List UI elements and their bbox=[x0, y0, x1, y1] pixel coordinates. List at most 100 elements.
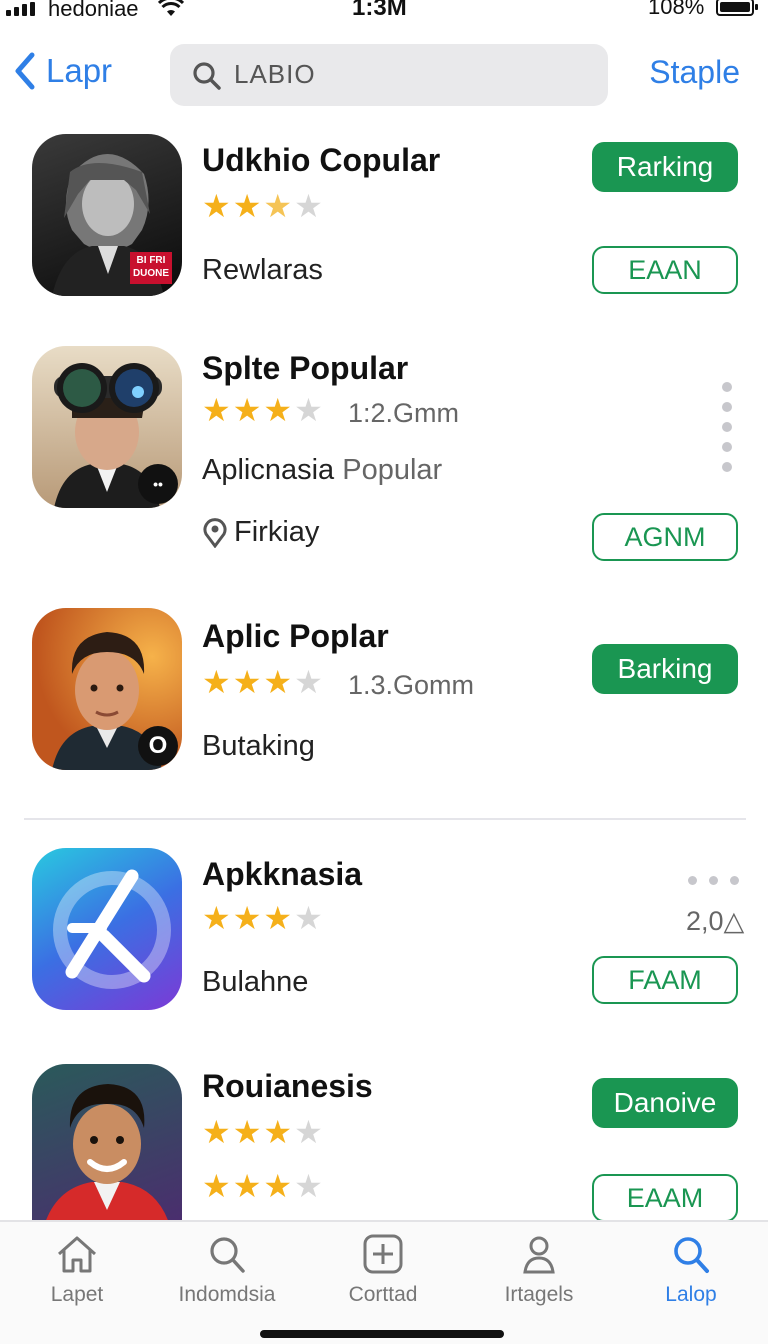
nav-bar: Lapr LABIO Staple bbox=[0, 38, 768, 112]
app-icon bbox=[32, 848, 182, 1010]
app-icon: •• bbox=[32, 346, 182, 508]
star-rating: ★ ★ ★ ★ bbox=[202, 394, 323, 426]
tab-indomdsia[interactable]: Indomdsia bbox=[150, 1234, 304, 1307]
carrier-name: hedoniae bbox=[48, 0, 139, 21]
star-icon: ★ bbox=[232, 1114, 262, 1150]
search-query: LABIO bbox=[234, 59, 316, 89]
tab-label: Lalop bbox=[665, 1283, 717, 1306]
star-rating: ★ ★ ★ ★ bbox=[202, 1116, 323, 1148]
search-input[interactable]: LABIO bbox=[170, 44, 608, 106]
star-empty-icon: ★ bbox=[294, 1114, 323, 1150]
app-icon: O bbox=[32, 608, 182, 770]
wifi-icon bbox=[157, 0, 185, 23]
eaam-button[interactable]: EAAM bbox=[592, 1174, 738, 1222]
star-empty-icon: ★ bbox=[294, 900, 323, 936]
list-item[interactable]: Apkknasia ★ ★ ★ ★ Bulahne 2,0△ FAAM bbox=[0, 846, 768, 1026]
star-icon: ★ bbox=[202, 900, 231, 936]
app-subtitle-main: Aplicnasia bbox=[202, 454, 335, 486]
home-indicator[interactable] bbox=[260, 1330, 504, 1338]
app-icon: BI FRI DUONE bbox=[32, 134, 182, 296]
tab-label: Irtagels bbox=[504, 1283, 574, 1306]
list-item[interactable]: O Aplic Poplar ★ ★ ★ ★ 1.3.Gomm Butaking… bbox=[0, 606, 768, 786]
list-item[interactable]: BI FRI DUONE Udkhio Copular ★ ★ ★ ★ Rewl… bbox=[0, 132, 768, 312]
icon-badge-text: BI FRI DUONE bbox=[132, 255, 170, 279]
search-icon bbox=[210, 1237, 245, 1273]
search-icon bbox=[674, 1237, 709, 1273]
rarking-button[interactable]: Rarking bbox=[592, 142, 738, 192]
star-empty-icon: ★ bbox=[294, 392, 323, 428]
star-rating: ★ ★ ★ ★ bbox=[202, 666, 323, 698]
more-horizontal-icon[interactable] bbox=[688, 876, 739, 885]
clock: 1:3M bbox=[352, 0, 407, 21]
tab-label: Indomdsia bbox=[178, 1283, 276, 1306]
app-title: Udkhio Copular bbox=[202, 142, 441, 178]
staple-button[interactable]: Staple bbox=[649, 54, 740, 91]
plus-square-icon bbox=[363, 1234, 403, 1274]
more-badge-icon: •• bbox=[138, 464, 178, 504]
app-subtitle: Butaking bbox=[202, 730, 315, 762]
location-pin-icon bbox=[203, 517, 227, 548]
home-icon bbox=[58, 1236, 96, 1273]
app-title: Splte Popular bbox=[202, 350, 409, 386]
tab-label: Corttad bbox=[348, 1283, 418, 1306]
tab-bar: Lapet Indomdsia Corttad Irtagels Lalop bbox=[0, 1220, 768, 1344]
danoive-button[interactable]: Danoive bbox=[592, 1078, 738, 1128]
star-rating: ★ ★ ★ ★ bbox=[202, 902, 323, 934]
agnm-button[interactable]: AGNM bbox=[592, 513, 738, 561]
chevron-left-icon bbox=[15, 52, 35, 90]
section-divider bbox=[24, 818, 746, 820]
star-icon: ★ bbox=[202, 664, 231, 700]
star-icon: ★ bbox=[232, 188, 262, 224]
icon-badge: O bbox=[138, 726, 178, 766]
star-icon: ★ bbox=[202, 188, 231, 224]
signal-icon bbox=[6, 2, 35, 16]
star-icon: ★ bbox=[263, 900, 293, 936]
more-vertical-icon[interactable] bbox=[722, 382, 732, 472]
eaan-button[interactable]: EAAN bbox=[592, 246, 738, 294]
app-subtitle: Aplicnasia Popular bbox=[202, 454, 442, 487]
battery-percent: 108% bbox=[648, 0, 705, 19]
app-title: Apkknasia bbox=[202, 856, 363, 892]
star-icon: ★ bbox=[202, 1114, 231, 1150]
star-icon: ★ bbox=[263, 664, 293, 700]
star-icon: ★ bbox=[263, 392, 293, 428]
star-empty-icon: ★ bbox=[294, 1168, 323, 1204]
back-button[interactable]: Lapr bbox=[14, 52, 112, 90]
list-item[interactable]: Rouianesis ★ ★ ★ ★ ★ ★ ★ ★ Danoive EAAM bbox=[0, 1062, 768, 1222]
star-icon: ★ bbox=[263, 1168, 293, 1204]
star-icon: ★ bbox=[263, 1114, 293, 1150]
app-size: 1.3.Gomm bbox=[348, 670, 475, 700]
back-label: Lapr bbox=[46, 52, 113, 89]
star-rating-secondary: ★ ★ ★ ★ bbox=[202, 1170, 323, 1202]
star-empty-icon: ★ bbox=[294, 188, 323, 224]
tab-label: Lapet bbox=[50, 1283, 104, 1306]
barking-button[interactable]: Barking bbox=[592, 644, 738, 694]
app-subtitle: Bulahne bbox=[202, 966, 309, 998]
location: Firkiay bbox=[202, 516, 319, 549]
app-subtitle: Rewlaras bbox=[202, 254, 323, 286]
tab-corttad[interactable]: Corttad bbox=[306, 1234, 460, 1307]
tab-lapet[interactable]: Lapet bbox=[0, 1234, 154, 1307]
app-title: Rouianesis bbox=[202, 1068, 373, 1104]
star-icon: ★ bbox=[202, 1168, 231, 1204]
star-icon: ★ bbox=[232, 1168, 262, 1204]
tab-irtagels[interactable]: Irtagels bbox=[462, 1234, 616, 1307]
list-item[interactable]: •• Splte Popular ★ ★ ★ ★ 1:2.Gmm Aplicna… bbox=[0, 344, 768, 574]
faam-button[interactable]: FAAM bbox=[592, 956, 738, 1004]
search-icon bbox=[193, 62, 221, 90]
star-half-icon: ★ bbox=[263, 188, 293, 224]
star-rating: ★ ★ ★ ★ bbox=[202, 190, 323, 222]
star-icon: ★ bbox=[232, 664, 262, 700]
app-size: 1:2.Gmm bbox=[348, 398, 460, 428]
person-icon bbox=[523, 1236, 555, 1274]
app-size: 2,0△ bbox=[686, 906, 745, 936]
location-label: Firkiay bbox=[234, 516, 320, 548]
status-bar: hedoniae 1:3M 108% bbox=[0, 0, 768, 24]
star-icon: ★ bbox=[202, 392, 231, 428]
star-icon: ★ bbox=[232, 900, 262, 936]
star-empty-icon: ★ bbox=[294, 664, 323, 700]
app-title: Aplic Poplar bbox=[202, 618, 389, 654]
tab-lalop[interactable]: Lalop bbox=[614, 1234, 768, 1307]
app-subtitle-extra: Popular bbox=[342, 454, 443, 486]
star-icon: ★ bbox=[232, 392, 262, 428]
